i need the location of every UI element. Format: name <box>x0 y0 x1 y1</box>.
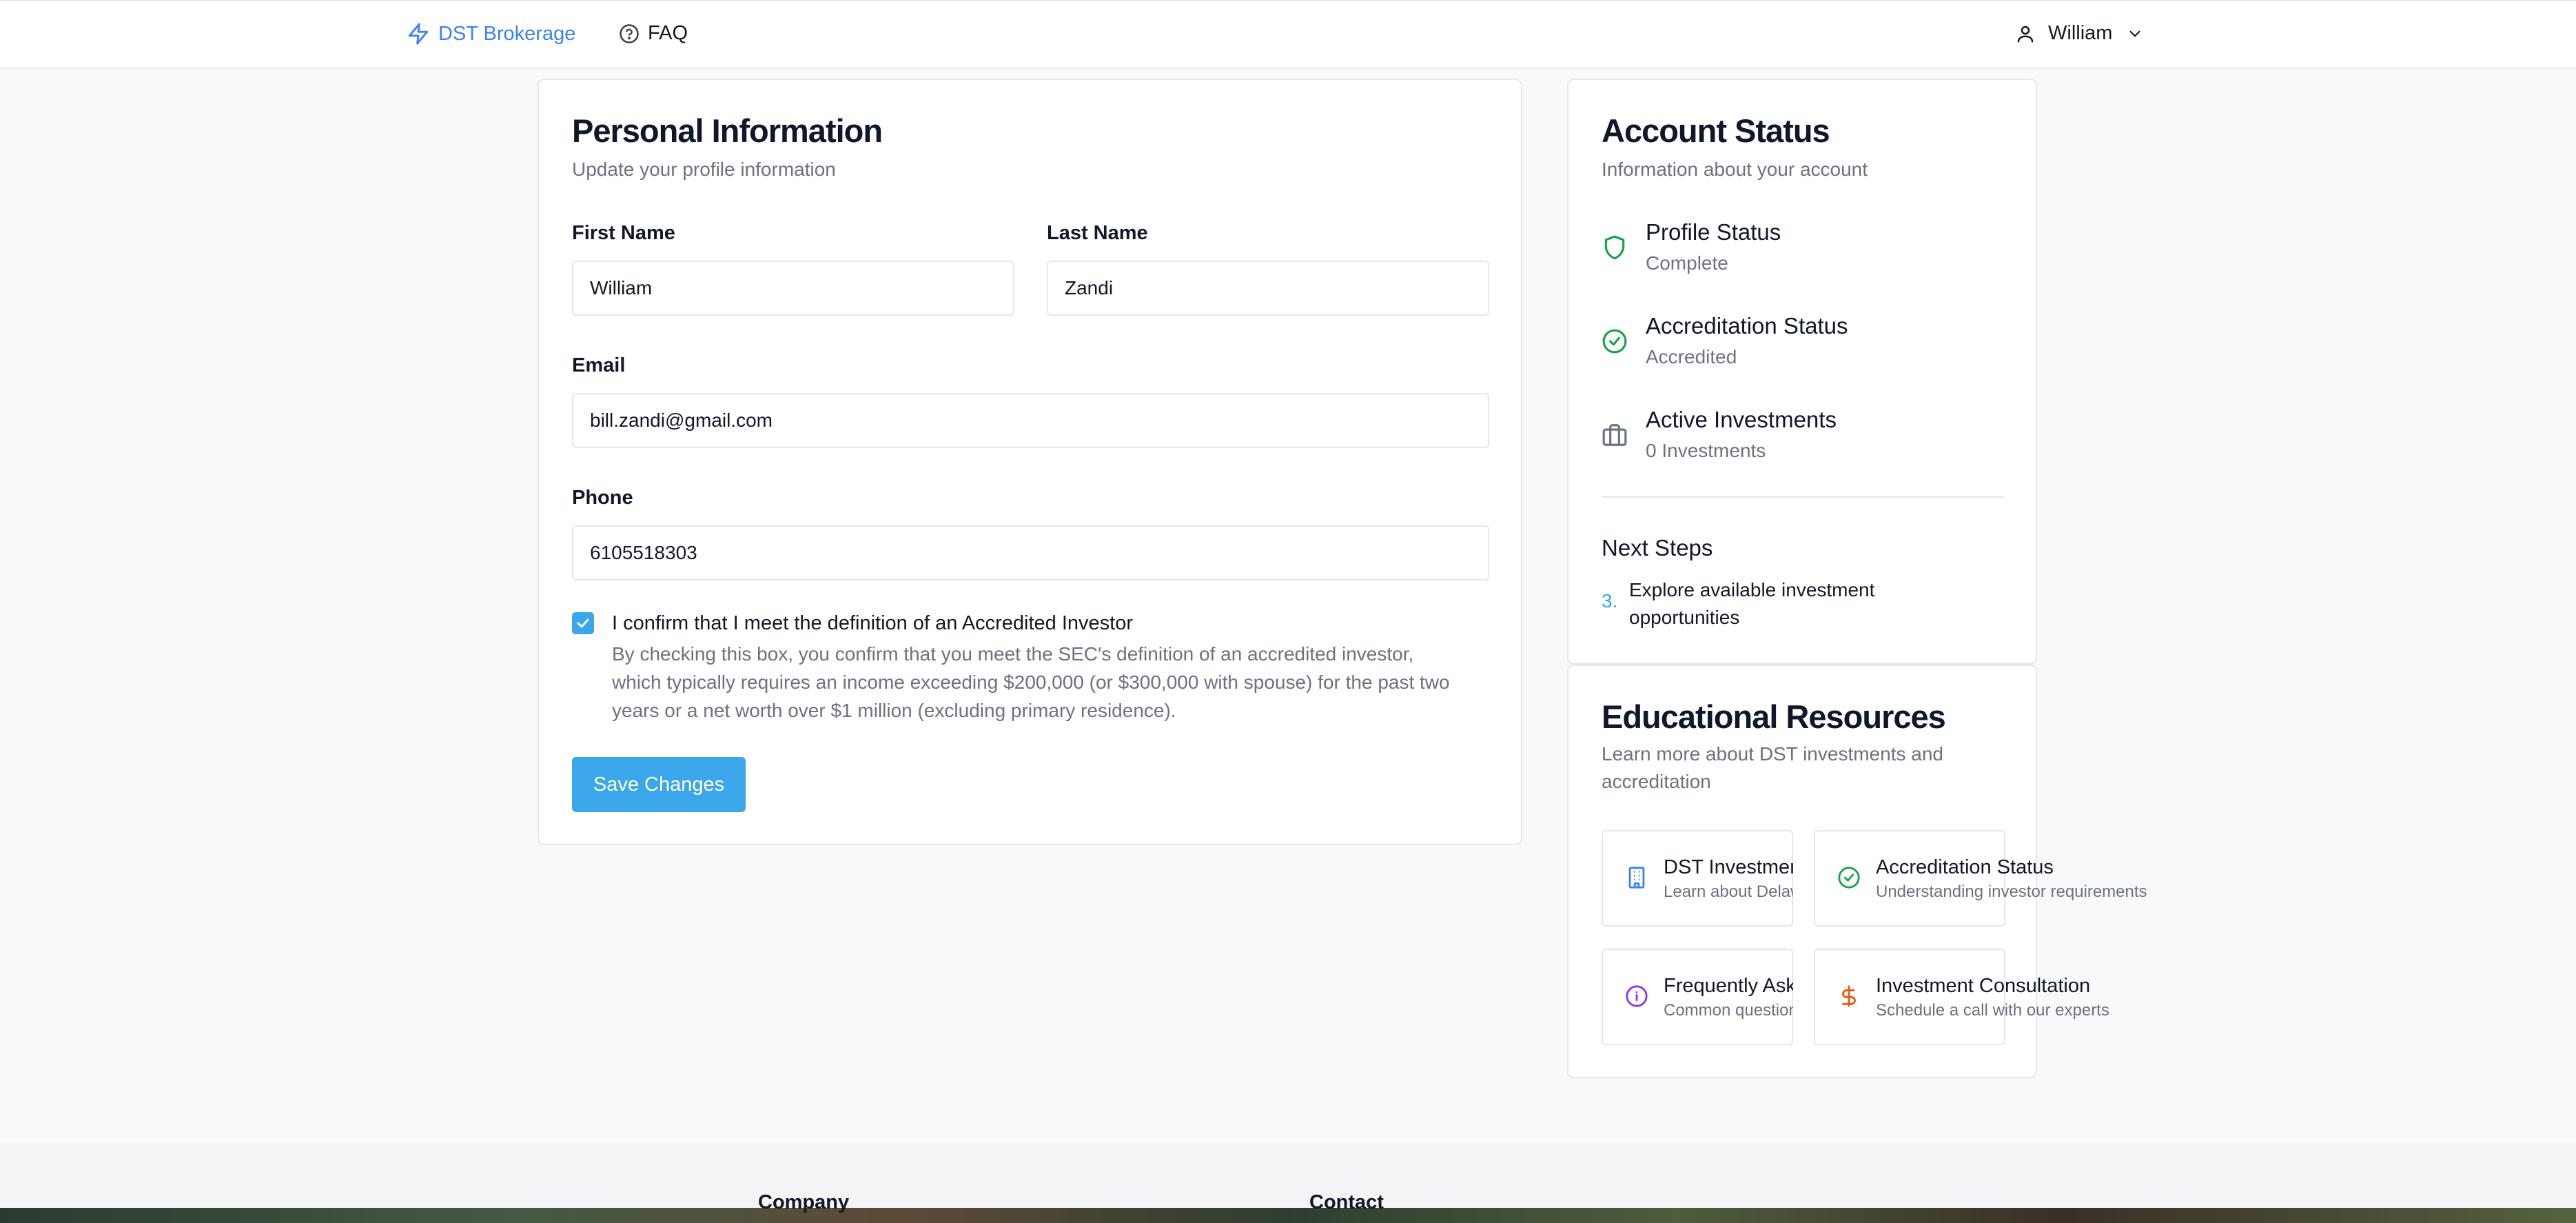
accreditation-status-value: Accredited <box>1646 346 1737 367</box>
account-status-subtitle: Information about your account <box>1602 159 1868 180</box>
email-label: Email <box>572 354 626 376</box>
user-name: William <box>2048 22 2113 44</box>
info-icon <box>1626 985 1648 1007</box>
resource-investment-consultation[interactable]: Investment Consultation Schedule a call … <box>1814 949 2109 1045</box>
check-circle-icon <box>1602 329 1627 354</box>
save-changes-button[interactable]: Save Changes <box>572 757 746 812</box>
footer-contact-heading: Contact <box>1309 1191 1384 1213</box>
lightning-icon <box>408 23 429 45</box>
check-circle-icon <box>1838 867 1860 889</box>
briefcase-icon <box>1602 424 1627 446</box>
shield-icon <box>1604 235 1625 260</box>
educational-resources-subtitle: Learn more about DST investments and acc… <box>1602 743 1943 792</box>
chevron-down-icon <box>2129 30 2141 37</box>
help-circle-icon <box>620 23 639 43</box>
active-investments-value: 0 Investments <box>1646 440 1766 461</box>
resource-title: Frequently Asked Questions <box>1664 975 1793 997</box>
educational-resources-card: Educational Resources Learn more about D… <box>1567 665 2147 1078</box>
educational-resources-title: Educational Resources <box>1602 698 1946 735</box>
profile-status-value: Complete <box>1646 252 1728 274</box>
top-nav: DST Brokerage FAQ William <box>0 0 2576 69</box>
footer-background-image <box>0 1208 2576 1223</box>
next-steps-title: Next Steps <box>1602 535 1713 560</box>
resource-title: Accreditation Status <box>1876 856 2054 878</box>
dollar-icon <box>1842 985 1856 1007</box>
phone-label: Phone <box>572 487 633 509</box>
resource-title: Investment Consultation <box>1876 975 2091 997</box>
footer: Company Contact <box>0 1143 2576 1223</box>
user-icon <box>2017 26 2034 42</box>
resource-faq[interactable]: Frequently Asked Questions Common questi… <box>1602 949 1793 1045</box>
brand-link[interactable]: DST Brokerage <box>407 22 575 46</box>
phone-field[interactable]: 6105518303 <box>572 525 1489 580</box>
divider <box>1602 496 2004 498</box>
next-step-text: Explore available investment opportuniti… <box>1629 579 1875 628</box>
active-investments-row: Active Investments 0 Investments <box>1602 407 2001 469</box>
checkmark-icon <box>577 618 589 628</box>
accreditation-status-title: Accreditation Status <box>1646 313 1848 338</box>
accredited-help-text: By checking this box, you confirm that y… <box>612 643 1450 721</box>
brand-label: DST Brokerage <box>438 22 576 45</box>
profile-status-title: Profile Status <box>1646 219 1781 245</box>
first-name-field[interactable]: William <box>572 261 1014 316</box>
footer-company-heading: Company <box>758 1191 850 1213</box>
resource-subtitle: Learn about Delaware Statutory Trusts <box>1664 882 1793 901</box>
profile-status-row: Profile Status Complete <box>1602 219 2001 281</box>
resource-accreditation-status[interactable]: Accreditation Status Understanding inves… <box>1814 830 2147 927</box>
active-investments-title: Active Investments <box>1646 407 1837 432</box>
last-name-label: Last Name <box>1047 222 1148 244</box>
accredited-checkbox-label: I confirm that I meet the definition of … <box>612 612 1134 634</box>
user-menu-button[interactable]: William <box>2015 22 2144 45</box>
resource-subtitle: Common questions answered <box>1664 1001 1793 1020</box>
next-step-number: 3. <box>1602 590 1618 612</box>
email-field[interactable]: bill.zandi@gmail.com <box>572 393 1489 448</box>
building-icon <box>1628 867 1645 889</box>
personal-info-title: Personal Information <box>572 112 883 149</box>
faq-link[interactable]: FAQ <box>619 22 688 45</box>
account-status-title: Account Status <box>1602 112 1830 149</box>
resource-subtitle: Schedule a call with our experts <box>1876 1001 2109 1020</box>
last-name-field[interactable]: Zandi <box>1047 261 1489 316</box>
resource-title: DST Investments <box>1664 856 1793 878</box>
faq-label: FAQ <box>648 22 688 44</box>
personal-info-subtitle: Update your profile information <box>572 159 836 180</box>
personal-information-card: Personal Information Update your profile… <box>538 79 1522 845</box>
resource-subtitle: Understanding investor requirements <box>1876 882 2147 901</box>
resource-dst-investments[interactable]: DST Investments Learn about Delaware Sta… <box>1602 830 1793 927</box>
accreditation-status-row: Accreditation Status Accredited <box>1602 313 2001 375</box>
account-status-card: Account Status Information about your ac… <box>1567 79 2037 665</box>
accredited-checkbox[interactable] <box>572 612 594 634</box>
first-name-label: First Name <box>572 222 675 244</box>
